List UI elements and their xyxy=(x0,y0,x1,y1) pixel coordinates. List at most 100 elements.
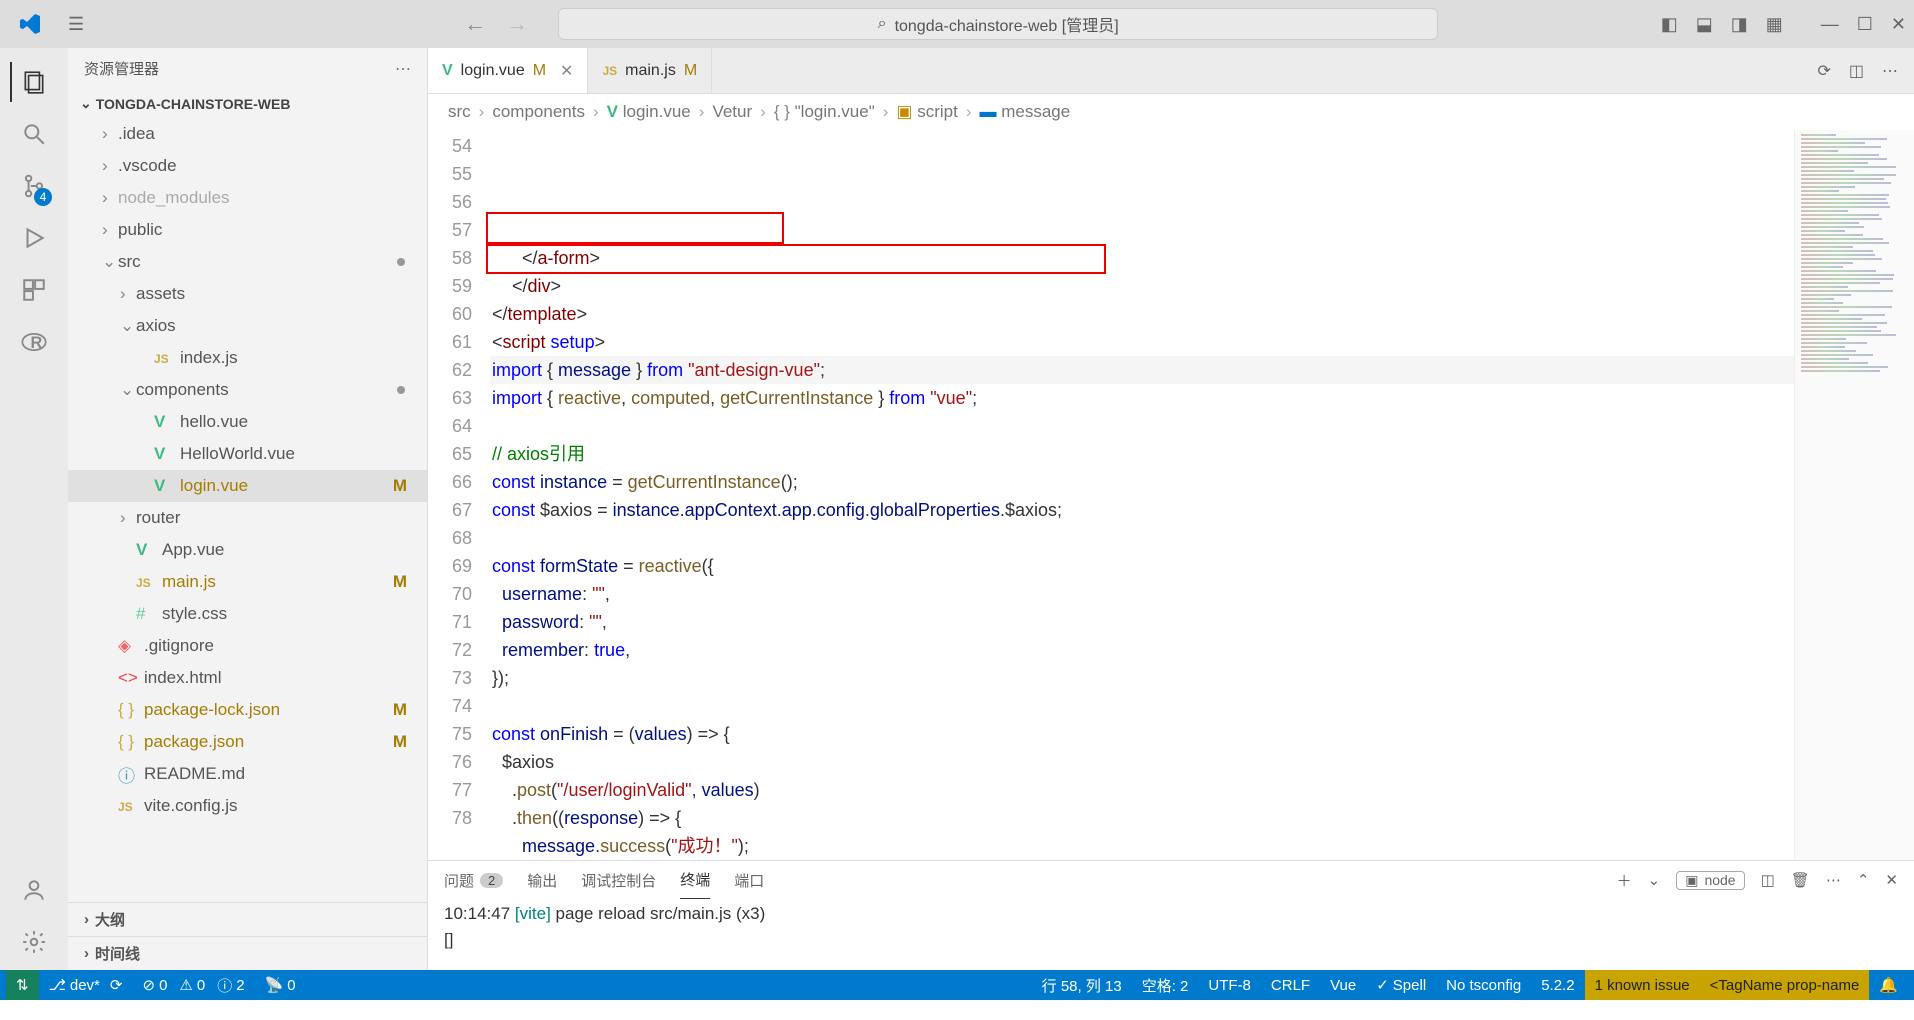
encoding[interactable]: UTF-8 xyxy=(1198,970,1261,1000)
folder-public[interactable]: ›public xyxy=(68,214,427,246)
file-package.json[interactable]: { }package.jsonM xyxy=(68,726,427,758)
language-mode[interactable]: Vue xyxy=(1320,970,1366,1000)
code-line-54[interactable]: </a-form> xyxy=(490,244,1794,272)
file-App.vue[interactable]: VApp.vue xyxy=(68,534,427,566)
code-line-74[interactable]: .then((response) => { xyxy=(490,804,1794,832)
folder-components[interactable]: ⌄components xyxy=(68,374,427,406)
folder-assets[interactable]: ›assets xyxy=(68,278,427,310)
eol[interactable]: CRLF xyxy=(1261,970,1320,1000)
git-branch[interactable]: ⎇dev*⟳ xyxy=(39,970,133,1000)
r-extension-icon[interactable]: R xyxy=(10,318,58,366)
folder-src[interactable]: ⌄src xyxy=(68,246,427,278)
breadcrumb-item[interactable]: V login.vue xyxy=(607,102,691,122)
code-line-57[interactable]: <script setup> xyxy=(490,328,1794,356)
ports-status[interactable]: 📡0 xyxy=(255,970,306,1000)
breadcrumb[interactable]: src›components›V login.vue›Vetur›{ } "lo… xyxy=(428,94,1914,130)
file-package-lock.json[interactable]: { }package-lock.jsonM xyxy=(68,694,427,726)
command-center[interactable]: ⌕ tongda-chainstore-web [管理员] xyxy=(558,8,1438,40)
sync-icon[interactable]: ⟳ xyxy=(110,976,123,994)
file-style.css[interactable]: #style.css xyxy=(68,598,427,630)
account-icon[interactable] xyxy=(10,866,58,914)
terminal-profile[interactable]: ▣node xyxy=(1676,871,1744,890)
breadcrumb-item[interactable]: { } "login.vue" xyxy=(774,102,875,122)
search-activity-icon[interactable] xyxy=(10,110,58,158)
file-index.html[interactable]: <>index.html xyxy=(68,662,427,694)
breadcrumb-item[interactable]: ▣ script xyxy=(896,102,957,122)
code-line-69[interactable]: }); xyxy=(490,664,1794,692)
breadcrumb-item[interactable]: ▬ message xyxy=(980,102,1071,122)
vue-version[interactable]: 5.2.2 xyxy=(1531,970,1584,1000)
tsconfig-status[interactable]: No tsconfig xyxy=(1436,970,1531,1000)
code-line-71[interactable]: const onFinish = (values) => { xyxy=(490,720,1794,748)
code-line-63[interactable]: const $axios = instance.appContext.app.c… xyxy=(490,496,1794,524)
code-line-68[interactable]: remember: true, xyxy=(490,636,1794,664)
problems-status[interactable]: ⊘0⚠0ⓘ2 xyxy=(132,970,254,1000)
file-HelloWorld.vue[interactable]: VHelloWorld.vue xyxy=(68,438,427,470)
toggle-primary-sidebar-icon[interactable]: ◧ xyxy=(1661,14,1678,35)
sidebar-more-icon[interactable]: ⋯ xyxy=(395,59,411,79)
terminal-output[interactable]: 10:14:47 [vite] page reload src/main.js … xyxy=(428,899,1914,970)
code-line-72[interactable]: $axios xyxy=(490,748,1794,776)
code-line-58[interactable]: import { message } from "ant-design-vue"… xyxy=(490,356,1794,384)
file-hello.vue[interactable]: Vhello.vue xyxy=(68,406,427,438)
code-line-64[interactable] xyxy=(490,524,1794,552)
breadcrumb-item[interactable]: components xyxy=(492,102,585,122)
folder-node_modules[interactable]: ›node_modules xyxy=(68,182,427,214)
remote-indicator[interactable]: ⇅ xyxy=(6,970,39,1000)
breadcrumb-item[interactable]: Vetur xyxy=(712,102,752,122)
code-line-61[interactable]: // axios引用 xyxy=(490,440,1794,468)
more-actions-icon[interactable]: ⋯ xyxy=(1882,61,1898,81)
settings-gear-icon[interactable] xyxy=(10,918,58,966)
file-login.vue[interactable]: Vlogin.vueM xyxy=(68,470,427,502)
cursor-position[interactable]: 行 58, 列 13 xyxy=(1032,970,1132,1000)
file-vite.config.js[interactable]: JSvite.config.js xyxy=(68,790,427,822)
code-content[interactable]: </a-form> </div></template><script setup… xyxy=(490,130,1794,860)
folder-.idea[interactable]: ›.idea xyxy=(68,118,427,150)
toggle-panel-icon[interactable]: ⬓ xyxy=(1696,14,1713,35)
split-editor-icon[interactable]: ◫ xyxy=(1849,61,1864,81)
split-terminal-icon[interactable]: ◫ xyxy=(1761,871,1775,889)
extensions-icon[interactable] xyxy=(10,266,58,314)
project-root[interactable]: ⌄ TONGDA-CHAINSTORE-WEB xyxy=(68,89,427,118)
maximize-panel-icon[interactable]: ⌃ xyxy=(1857,871,1870,889)
tab-main.js[interactable]: JSmain.jsM xyxy=(588,48,712,93)
breadcrumb-item[interactable]: src xyxy=(448,102,471,122)
panel-tab-output[interactable]: 输出 xyxy=(527,861,557,899)
code-line-62[interactable]: const instance = getCurrentInstance(); xyxy=(490,468,1794,496)
code-line-67[interactable]: password: "", xyxy=(490,608,1794,636)
run-debug-icon[interactable] xyxy=(10,214,58,262)
close-tab-icon[interactable]: ✕ xyxy=(560,61,573,81)
toggle-secondary-sidebar-icon[interactable]: ◨ xyxy=(1731,14,1748,35)
code-line-70[interactable] xyxy=(490,692,1794,720)
nav-back-icon[interactable]: ← xyxy=(464,11,486,37)
timeline-section[interactable]: ›时间线 xyxy=(68,936,427,970)
file-.gitignore[interactable]: ◈.gitignore xyxy=(68,630,427,662)
close-panel-icon[interactable]: ✕ xyxy=(1885,871,1898,889)
kill-terminal-icon[interactable]: 🗑 xyxy=(1791,871,1810,889)
code-line-73[interactable]: .post("/user/loginValid", values) xyxy=(490,776,1794,804)
nav-forward-icon[interactable]: → xyxy=(506,11,528,37)
indentation[interactable]: 空格: 2 xyxy=(1132,970,1199,1000)
tagname-hint[interactable]: <TagName prop-name xyxy=(1700,970,1870,1000)
panel-more-icon[interactable]: ⋯ xyxy=(1826,871,1841,889)
outline-section[interactable]: ›大纲 xyxy=(68,902,427,936)
panel-tab-debug[interactable]: 调试控制台 xyxy=(581,861,656,899)
code-line-66[interactable]: username: "", xyxy=(490,580,1794,608)
file-main.js[interactable]: JSmain.jsM xyxy=(68,566,427,598)
code-line-55[interactable]: </div> xyxy=(490,272,1794,300)
compare-changes-icon[interactable]: ⟳ xyxy=(1817,61,1830,81)
explorer-icon[interactable] xyxy=(10,58,58,106)
panel-tab-problems[interactable]: 问题2 xyxy=(444,861,503,899)
terminal-dropdown-icon[interactable]: ⌄ xyxy=(1648,871,1661,889)
code-line-59[interactable]: import { reactive, computed, getCurrentI… xyxy=(490,384,1794,412)
panel-tab-ports[interactable]: 端口 xyxy=(734,861,764,899)
code-line-65[interactable]: const formState = reactive({ xyxy=(490,552,1794,580)
code-line-56[interactable]: </template> xyxy=(490,300,1794,328)
customize-layout-icon[interactable]: ▦ xyxy=(1766,14,1783,35)
folder-axios[interactable]: ⌄axios xyxy=(68,310,427,342)
code-line-75[interactable]: message.success("成功！"); xyxy=(490,832,1794,860)
file-index.js[interactable]: JSindex.js xyxy=(68,342,427,374)
maximize-icon[interactable]: ☐ xyxy=(1857,14,1873,35)
folder-.vscode[interactable]: ›.vscode xyxy=(68,150,427,182)
minimap[interactable] xyxy=(1794,130,1914,860)
